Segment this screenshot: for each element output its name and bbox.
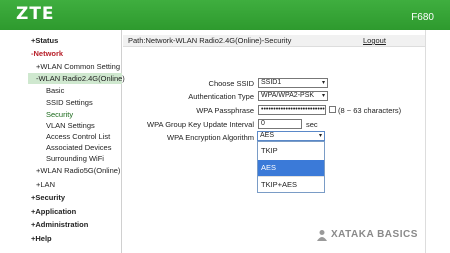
encryption-option-tkip[interactable]: TKIP (258, 143, 324, 159)
choose-ssid-select[interactable]: SSID1 ▾ (258, 78, 328, 88)
encryption-select[interactable]: AES ▾ (257, 131, 325, 141)
sidebar-item-network[interactable]: -Network (28, 48, 122, 59)
sidebar-item-access-control-list[interactable]: Access Control List (28, 131, 122, 142)
auth-type-label: Authentication Type (188, 92, 254, 101)
sidebar-item-application[interactable]: +Application (28, 206, 122, 217)
sidebar-item-administration[interactable]: +Administration (28, 219, 122, 230)
choose-ssid-label: Choose SSID (208, 79, 254, 88)
sidebar: +Status -Network +WLAN Common Setting -W… (28, 30, 125, 253)
sidebar-item-label: WLAN Radio5G(Online) (40, 166, 121, 175)
breadcrumb: Path:Network-WLAN Radio2.4G(Online)-Secu… (128, 36, 292, 45)
sidebar-item-associated-devices[interactable]: Associated Devices (28, 142, 122, 153)
logout-link[interactable]: Logout (363, 36, 386, 45)
person-icon (317, 230, 327, 241)
sidebar-item-basic[interactable]: Basic (28, 85, 122, 96)
choose-ssid-value: SSID1 (261, 79, 282, 86)
top-header: ZTE F680 (0, 0, 450, 30)
sidebar-item-ssid-settings[interactable]: SSID Settings (28, 97, 122, 108)
sidebar-item-vlan-settings[interactable]: VLAN Settings (28, 120, 122, 131)
device-model: F680 (411, 12, 434, 23)
sidebar-item-wlan-common[interactable]: +WLAN Common Setting (28, 61, 122, 72)
sidebar-item-label: Application (35, 207, 77, 216)
show-passphrase-checkbox[interactable] (329, 106, 336, 113)
encryption-value: AES (260, 132, 275, 139)
sidebar-item-label: Security (35, 193, 65, 202)
zte-logo: ZTE (16, 4, 55, 24)
sidebar-item-lan[interactable]: +LAN (28, 179, 122, 190)
encryption-label: WPA Encryption Algorithm (167, 133, 254, 142)
auth-type-value: WPA/WPA2-PSK (261, 92, 315, 99)
chevron-down-icon: ▾ (321, 93, 325, 99)
content-border (425, 30, 426, 253)
encryption-option-tkip-aes[interactable]: TKIP+AES (258, 176, 324, 192)
passphrase-input[interactable]: •••••••••••••••••••••••••• (258, 105, 326, 115)
chevron-down-icon: ▾ (321, 80, 325, 86)
group-key-value: 0 (261, 120, 265, 127)
sidebar-item-wlan-5g[interactable]: +WLAN Radio5G(Online) (28, 165, 122, 176)
sidebar-item-wlan-24g[interactable]: -WLAN Radio2.4G(Online) (28, 73, 125, 84)
group-key-label: WPA Group Key Update Interval (147, 120, 254, 129)
sidebar-item-security-current[interactable]: Security (28, 109, 122, 120)
sidebar-item-label: WLAN Radio2.4G(Online) (38, 74, 125, 83)
watermark-text: XATAKA BASICS (331, 229, 418, 240)
auth-type-select[interactable]: WPA/WPA2-PSK ▾ (258, 91, 328, 101)
sidebar-item-label: Network (33, 49, 64, 58)
passphrase-value: •••••••••••••••••••••••••• (261, 106, 325, 113)
group-key-input[interactable]: 0 (258, 119, 302, 129)
passphrase-hint: (8 ~ 63 characters) (338, 106, 402, 115)
sidebar-item-surrounding-wifi[interactable]: Surrounding WiFi (28, 153, 122, 164)
encryption-option-aes[interactable]: AES (258, 160, 324, 176)
chevron-down-icon: ▾ (318, 133, 322, 139)
group-key-unit: sec (306, 120, 318, 129)
sidebar-item-label: WLAN Common Setting (40, 62, 121, 71)
passphrase-label: WPA Passphrase (196, 106, 254, 115)
sidebar-item-label: Help (35, 234, 52, 243)
sidebar-item-security[interactable]: +Security (28, 192, 122, 203)
encryption-dropdown-list: TKIP AES TKIP+AES (257, 141, 325, 193)
sidebar-item-label: Status (35, 36, 59, 45)
sidebar-item-label: LAN (40, 180, 55, 189)
sidebar-item-label: Administration (35, 220, 89, 229)
sidebar-item-status[interactable]: +Status (28, 35, 122, 46)
sidebar-item-help[interactable]: +Help (28, 233, 122, 244)
